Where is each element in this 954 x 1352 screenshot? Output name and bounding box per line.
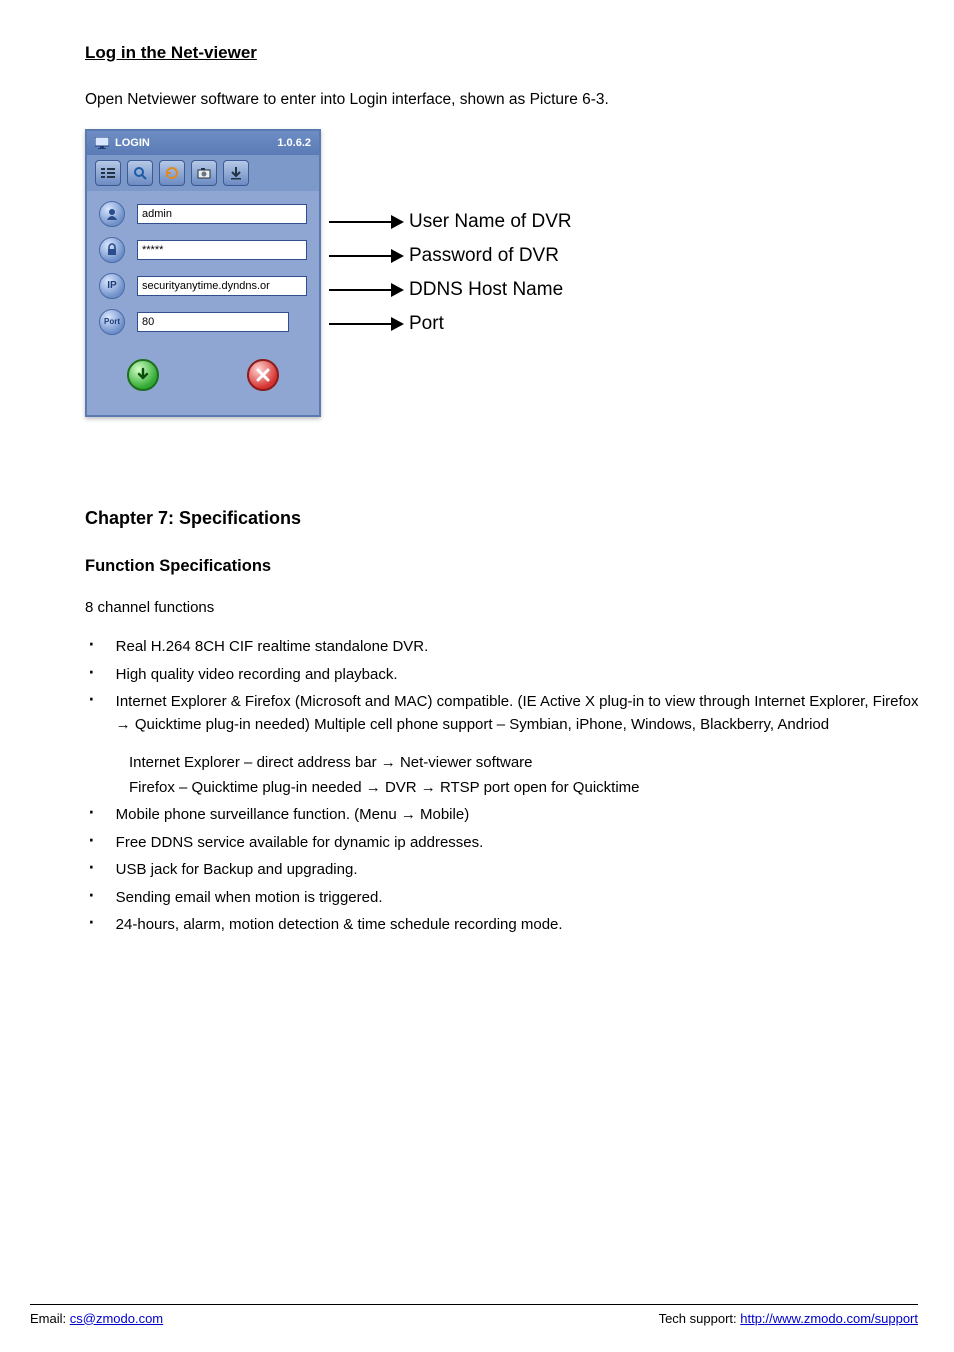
camera-icon[interactable] — [191, 160, 217, 186]
annotation-port-label: Port — [409, 310, 444, 339]
port-input[interactable] — [137, 312, 289, 332]
annotation-column: User Name of DVR Password of DVR DDNS Ho… — [329, 129, 669, 343]
annotation-username-label: User Name of DVR — [409, 208, 572, 237]
annotation-password: Password of DVR — [329, 241, 669, 271]
list-item: Real H.264 8CH CIF realtime standalone D… — [85, 635, 924, 659]
port-icon: Port — [99, 309, 125, 335]
section-heading: Log in the Net-viewer — [85, 40, 924, 66]
list-item: USB jack for Backup and upgrading. — [85, 858, 924, 882]
login-titlebar: LOGIN 1.0.6.2 — [87, 131, 319, 155]
user-icon — [99, 201, 125, 227]
annotation-port: Port — [329, 309, 669, 339]
list-item: 24-hours, alarm, motion detection & time… — [85, 913, 924, 937]
lock-icon — [99, 237, 125, 263]
list-item: Internet Explorer & Firefox (Microsoft a… — [85, 690, 924, 736]
chapter-7: Chapter 7: Specifications Function Speci… — [85, 505, 924, 937]
list-item: High quality video recording and playbac… — [85, 663, 924, 687]
download-icon[interactable] — [223, 160, 249, 186]
login-cancel-button[interactable] — [247, 359, 279, 391]
footer-right: Tech support: http://www.zmodo.com/suppo… — [659, 1309, 918, 1329]
annotation-password-label: Password of DVR — [409, 242, 559, 271]
list-item-text: 24-hours, alarm, motion detection & time… — [116, 914, 563, 937]
list-item-text: Free DDNS service available for dynamic … — [116, 832, 484, 855]
login-title-text: LOGIN — [115, 135, 150, 152]
annotation-host-label: DDNS Host Name — [409, 276, 563, 305]
annotation-username: User Name of DVR — [329, 207, 669, 237]
login-dialog: LOGIN 1.0.6.2 — [85, 129, 321, 417]
list-item-text: High quality video recording and playbac… — [116, 664, 398, 687]
list-item-text: Real H.264 8CH CIF realtime standalone D… — [116, 636, 429, 659]
password-input[interactable] — [137, 240, 307, 260]
list-item-text: Sending email when motion is triggered. — [116, 887, 383, 910]
list-item: Free DDNS service available for dynamic … — [85, 831, 924, 855]
list-item-text: Internet Explorer & Firefox (Microsoft a… — [116, 691, 924, 736]
list-item-text: Mobile phone surveillance function. (Men… — [116, 804, 470, 827]
footer-email-link[interactable]: cs@zmodo.com — [70, 1311, 163, 1326]
chapter-title: Chapter 7: Specifications — [85, 505, 924, 532]
arrow-icon — [329, 280, 405, 300]
page-footer: Email: cs@zmodo.com Tech support: http:/… — [30, 1304, 918, 1329]
list-item: Sending email when motion is triggered. — [85, 886, 924, 910]
indent-line: Internet Explorer – direct address bar →… — [85, 752, 924, 775]
list-icon[interactable] — [95, 160, 121, 186]
footer-right-label: Tech support: — [659, 1311, 737, 1326]
login-version: 1.0.6.2 — [277, 135, 311, 152]
list-item-text: USB jack for Backup and upgrading. — [116, 859, 358, 882]
monitor-icon — [95, 137, 109, 149]
indent-line: Firefox – Quicktime plug-in needed → DVR… — [85, 777, 924, 800]
search-icon[interactable] — [127, 160, 153, 186]
footer-left: Email: cs@zmodo.com — [30, 1309, 163, 1329]
section-intro-para: 8 channel functions — [85, 597, 924, 620]
ip-icon: IP — [99, 273, 125, 299]
footer-url-link[interactable]: http://www.zmodo.com/support — [740, 1311, 918, 1326]
arrow-icon — [329, 212, 405, 232]
spec-list: Real H.264 8CH CIF realtime standalone D… — [85, 635, 924, 736]
figure-caption: Picture 6-3 — [0, 445, 61, 465]
list-item: Mobile phone surveillance function. (Men… — [85, 803, 924, 827]
arrow-icon — [329, 314, 405, 334]
figure-row: LOGIN 1.0.6.2 — [85, 129, 924, 417]
footer-left-label: Email: — [30, 1311, 66, 1326]
refresh-icon[interactable] — [159, 160, 185, 186]
login-iconbar — [87, 155, 319, 191]
section-intro: Open Netviewer software to enter into Lo… — [85, 88, 924, 111]
login-ok-button[interactable] — [127, 359, 159, 391]
annotation-host: DDNS Host Name — [329, 275, 669, 305]
username-input[interactable] — [137, 204, 307, 224]
arrow-icon — [329, 246, 405, 266]
spec-list: Mobile phone surveillance function. (Men… — [85, 803, 924, 937]
host-input[interactable] — [137, 276, 307, 296]
section-title: Function Specifications — [85, 554, 924, 579]
